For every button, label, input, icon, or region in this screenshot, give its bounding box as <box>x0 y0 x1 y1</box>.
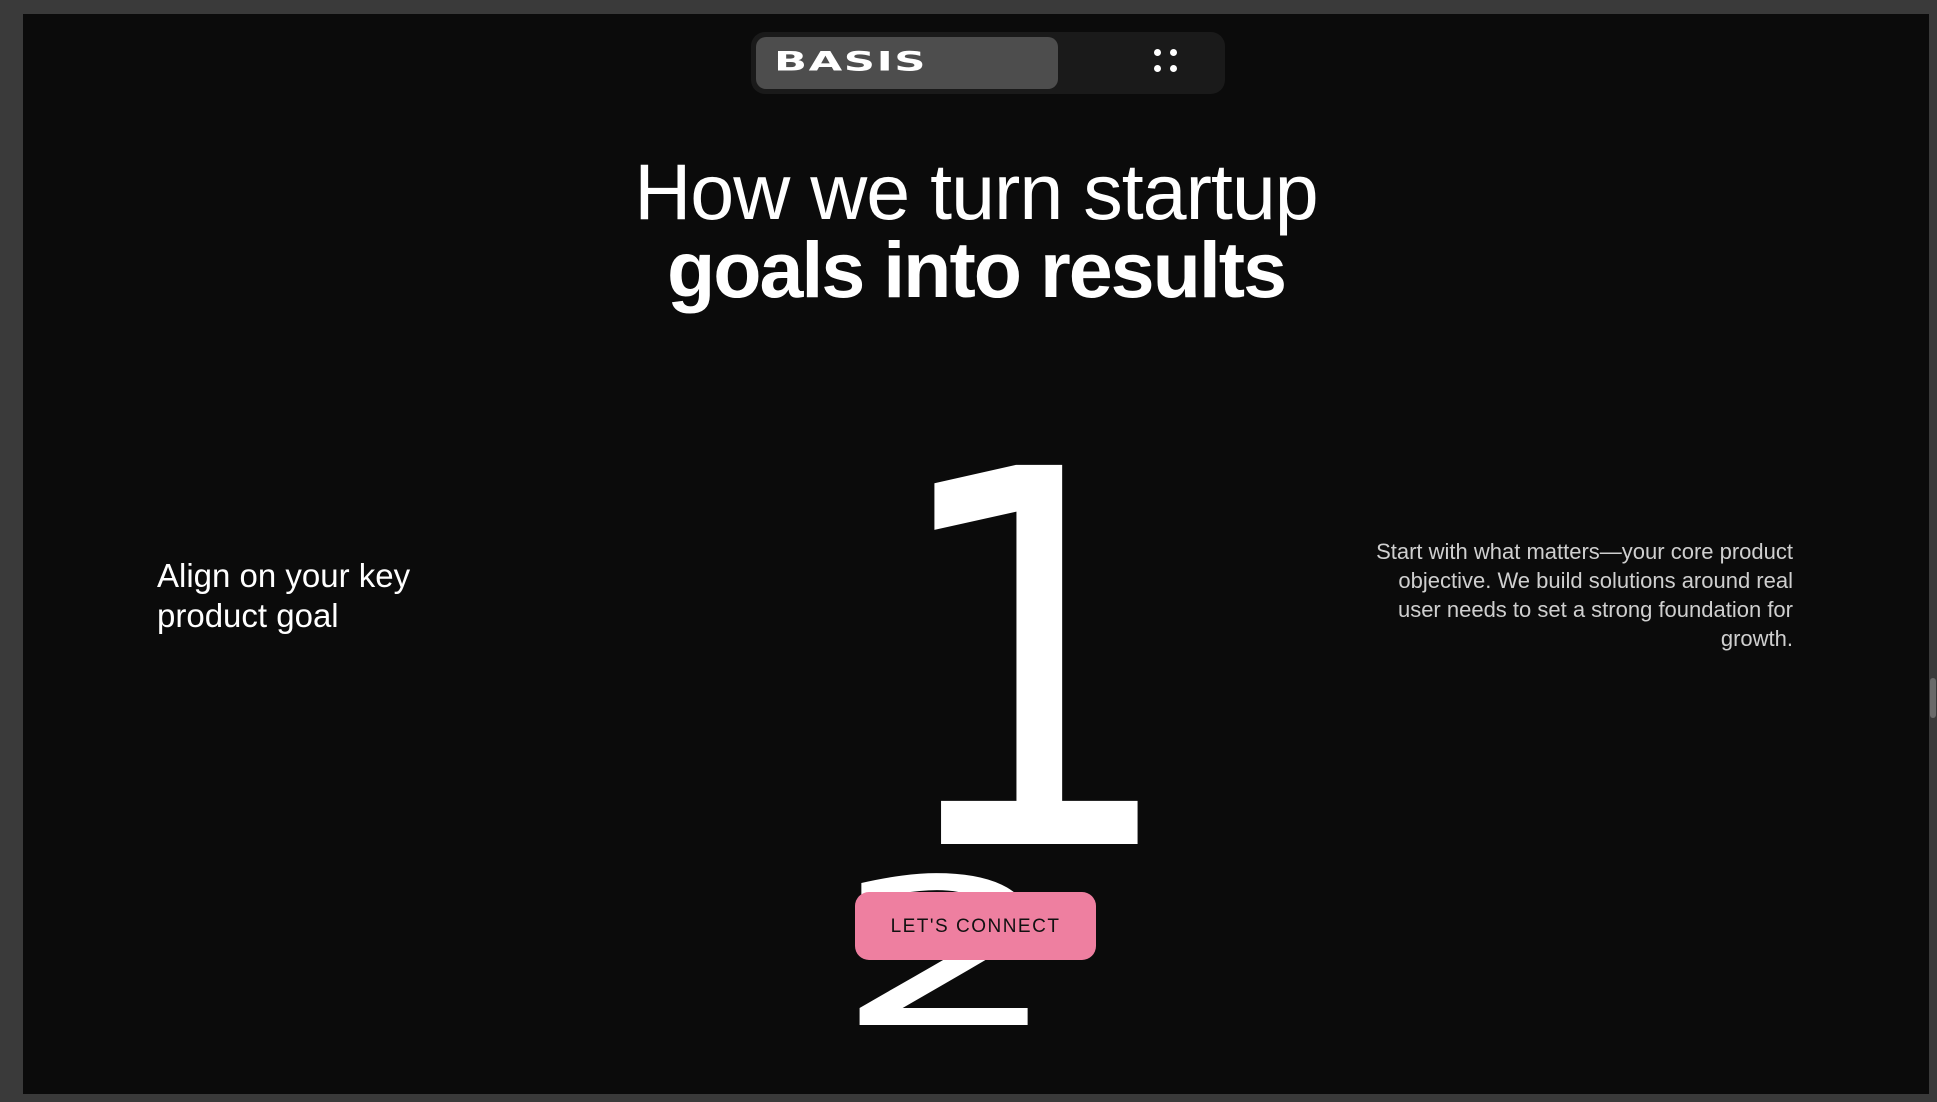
grid-dots-icon[interactable] <box>1154 49 1182 77</box>
scrollbar-thumb[interactable] <box>1930 678 1936 718</box>
step-description: Start with what matters—your core produc… <box>1376 539 1793 651</box>
scrollbar[interactable] <box>1929 14 1937 1094</box>
step-title: Align on your key product goal <box>157 557 411 634</box>
lets-connect-button[interactable]: LET'S CONNECT <box>855 892 1096 960</box>
headline-line-2: goals into results <box>666 225 1287 314</box>
top-nav: BASIS <box>751 32 1225 94</box>
logo-text: BASIS <box>774 45 928 78</box>
page-viewport: BASIS How we turn startup goals into res… <box>23 14 1929 1094</box>
logo-button[interactable]: BASIS <box>756 37 1058 89</box>
